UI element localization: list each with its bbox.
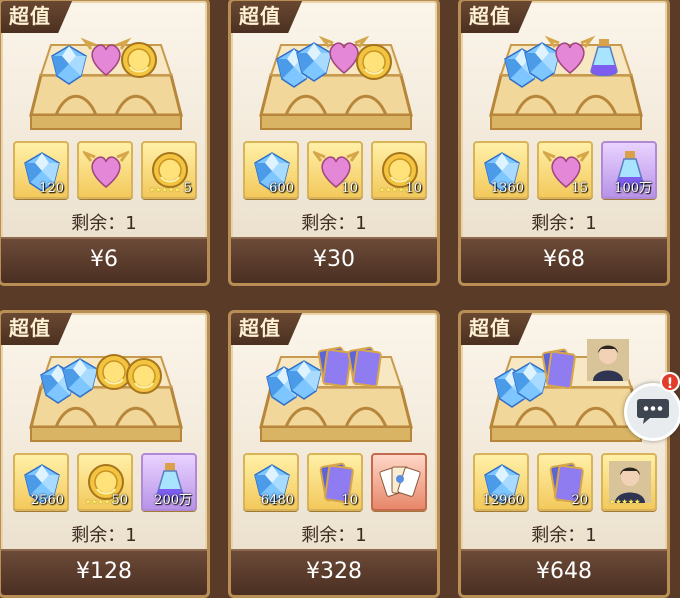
price-button[interactable]: ¥648 <box>461 549 667 595</box>
heart-crest-icon <box>83 151 129 189</box>
treasure-chest-icon <box>259 37 413 131</box>
reward-item[interactable]: 600 <box>243 141 299 199</box>
reward-qty: 5 <box>183 181 192 196</box>
notification-alert-icon: ! <box>660 372 680 392</box>
offer-card-30[interactable]: 超值 600 10 ★★★★★ 10 剩余：1 ¥30 <box>228 0 440 286</box>
offer-card-328[interactable]: 超值 6480 10 剩余：1 ¥328 <box>228 310 440 598</box>
reward-qty: 100万 <box>614 181 652 196</box>
reward-item[interactable]: 12960 <box>473 453 529 511</box>
reward-list: 12960 20 ★★★★★ <box>467 453 663 513</box>
reward-qty: 6480 <box>260 493 294 508</box>
treasure-chest-icon <box>29 354 183 443</box>
reward-item[interactable] <box>371 453 427 511</box>
reward-list: 6480 10 <box>237 453 433 513</box>
reward-list: 600 10 ★★★★★ 10 <box>237 141 433 201</box>
treasure-chest-icon <box>489 339 643 443</box>
offer-card-128[interactable]: 超值 2560 ★★★★★ 50 200万 剩余：1 ¥128 <box>0 310 210 598</box>
treasure-chest-icon <box>259 346 413 443</box>
reward-qty: 20 <box>571 493 588 508</box>
reward-item[interactable]: ★★★★★ 50 <box>77 453 133 511</box>
reward-qty: 50 <box>111 493 128 508</box>
price-button[interactable]: ¥128 <box>1 549 207 595</box>
offer-card-6[interactable]: 超值 120 ★★★★★ 5 剩余：1 ¥6 <box>0 0 210 286</box>
star-rating-icon: ★★★★★ <box>609 498 641 506</box>
reward-item[interactable]: 15 <box>537 141 593 199</box>
remaining-count: 剩余：1 <box>301 525 367 546</box>
star-rating-icon: ★★★★★ <box>149 186 181 194</box>
treasure-chest-icon <box>29 39 183 131</box>
reward-qty: 2560 <box>30 493 64 508</box>
remaining-count: 剩余：1 <box>531 213 597 234</box>
price-button[interactable]: ¥6 <box>1 237 207 283</box>
reward-item[interactable]: 6480 <box>243 453 299 511</box>
reward-qty: 200万 <box>154 493 192 508</box>
reward-item[interactable]: 10 <box>307 453 363 511</box>
reward-list: 2560 ★★★★★ 50 200万 <box>7 453 203 513</box>
offer-card-648[interactable]: 超值 12960 20 ★★★★★ 剩余：1 ¥648 <box>458 310 670 598</box>
price-button[interactable]: ¥68 <box>461 237 667 283</box>
price-button[interactable]: ¥30 <box>231 237 437 283</box>
reward-item[interactable]: ★★★★★ 10 <box>371 141 427 199</box>
remaining-count: 剩余：1 <box>301 213 367 234</box>
reward-item[interactable]: 200万 <box>141 453 197 511</box>
reward-qty: 10 <box>341 493 358 508</box>
reward-item[interactable] <box>77 141 133 199</box>
reward-qty: 600 <box>269 181 294 196</box>
chat-bubble-icon <box>637 399 669 424</box>
reward-qty: 10 <box>405 181 422 196</box>
reward-item[interactable]: ★★★★★ 5 <box>141 141 197 199</box>
remaining-count: 剩余：1 <box>531 525 597 546</box>
reward-qty: 15 <box>571 181 588 196</box>
remaining-count: 剩余：1 <box>71 525 137 546</box>
reward-item[interactable]: 120 <box>13 141 69 199</box>
remaining-count: 剩余：1 <box>71 213 137 234</box>
reward-item[interactable]: 2560 <box>13 453 69 511</box>
reward-qty: 120 <box>39 181 64 196</box>
reward-item[interactable]: 1360 <box>473 141 529 199</box>
treasure-chest-icon <box>489 37 643 131</box>
card-fan-icon <box>378 466 422 498</box>
reward-qty: 1360 <box>490 181 524 196</box>
reward-item[interactable]: 20 <box>537 453 593 511</box>
reward-list: 1360 15 100万 <box>467 141 663 201</box>
reward-item[interactable]: 100万 <box>601 141 657 199</box>
reward-qty: 12960 <box>482 493 524 508</box>
offer-grid: 超值 120 ★★★★★ 5 剩余：1 ¥6 超值 600 10 ★★★★★ 1… <box>0 0 680 598</box>
reward-item[interactable]: ★★★★★ <box>601 453 657 511</box>
reward-qty: 10 <box>341 181 358 196</box>
offer-card-68[interactable]: 超值 1360 15 100万 剩余：1 ¥68 <box>458 0 670 286</box>
price-button[interactable]: ¥328 <box>231 549 437 595</box>
reward-item[interactable]: 10 <box>307 141 363 199</box>
reward-list: 120 ★★★★★ 5 <box>7 141 203 201</box>
